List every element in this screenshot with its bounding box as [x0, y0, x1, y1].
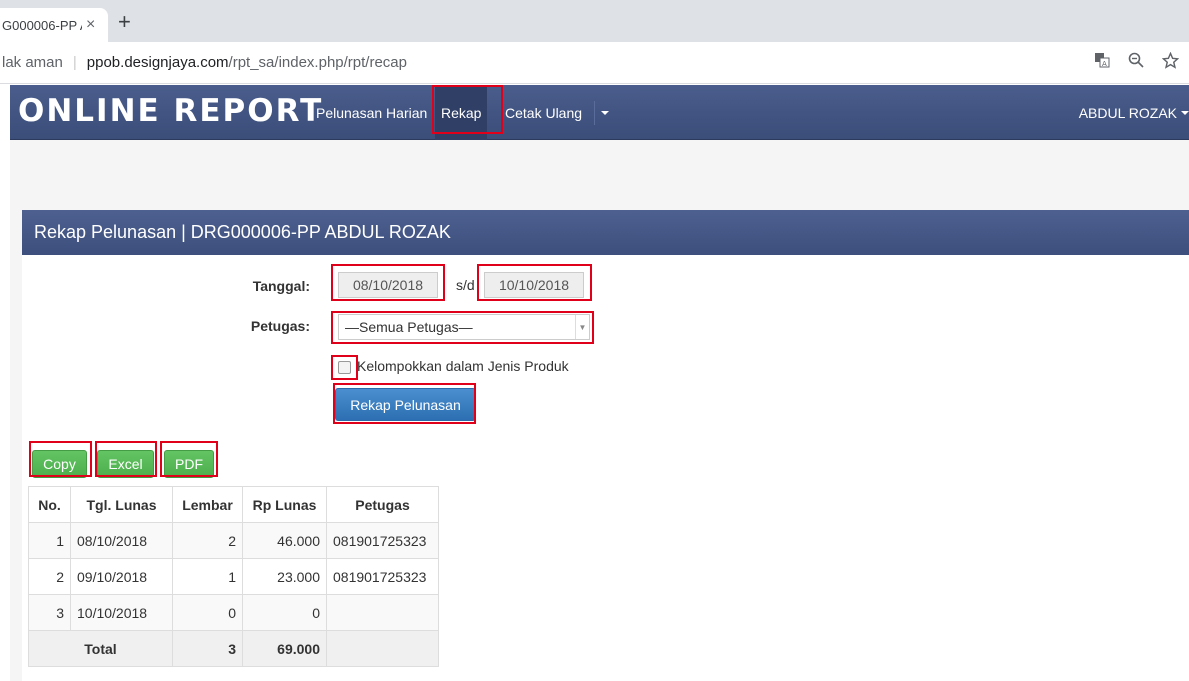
cell-rp-lunas: 0 [242, 594, 327, 631]
app-navbar: ONLINE REPORT Pelunasan Harian Rekap Cet… [10, 85, 1189, 140]
total-petugas-empty [326, 630, 439, 667]
cell-no: 3 [28, 594, 71, 631]
table-row: 1 08/10/2018 2 46.000 081901725323 [28, 522, 439, 559]
panel-title: Rekap Pelunasan | DRG000006-PP ABDUL ROZ… [22, 210, 1189, 255]
nav-cetak-ulang[interactable]: Cetak Ulang [499, 85, 588, 140]
cell-tgl-lunas: 08/10/2018 [70, 522, 173, 559]
tab-title: G000006-PP ABDUL ROZAK [2, 17, 82, 33]
brand-logo[interactable]: ONLINE REPORT [18, 93, 323, 129]
nav-rekap[interactable]: Rekap [435, 85, 488, 140]
star-icon[interactable] [1162, 52, 1179, 69]
chevron-down-icon [1181, 110, 1189, 115]
total-rp-lunas: 69.000 [242, 630, 327, 667]
recap-table: No. Tgl. Lunas Lembar Rp Lunas Petugas 1… [28, 486, 439, 667]
total-label: Total [28, 630, 173, 667]
tanggal-label: Tanggal: [252, 278, 310, 294]
table-row: 2 09/10/2018 1 23.000 081901725323 [28, 558, 439, 595]
petugas-select-value: —Semua Petugas— [345, 319, 473, 335]
browser-tab[interactable]: G000006-PP ABDUL ROZAK × [0, 8, 108, 42]
table-header-row: No. Tgl. Lunas Lembar Rp Lunas Petugas [28, 486, 439, 523]
date-from-input[interactable]: 08/10/2018 [338, 272, 438, 298]
nav-dropdown-caret[interactable] [594, 101, 614, 125]
cell-petugas: 081901725323 [326, 558, 439, 595]
col-header-rp-lunas[interactable]: Rp Lunas [242, 486, 327, 523]
cell-rp-lunas: 23.000 [242, 558, 327, 595]
security-indicator[interactable]: lak aman [2, 54, 63, 71]
cell-petugas [326, 594, 439, 631]
col-header-tgl-lunas[interactable]: Tgl. Lunas [70, 486, 173, 523]
col-header-lembar[interactable]: Lembar [172, 486, 243, 523]
chevron-down-icon [600, 111, 609, 115]
address-divider: | [72, 54, 77, 71]
cell-no: 2 [28, 558, 71, 595]
petugas-select[interactable]: —Semua Petugas— ▼ [338, 314, 590, 340]
col-header-petugas[interactable]: Petugas [326, 486, 439, 523]
table-row: 3 10/10/2018 0 0 [28, 594, 439, 631]
browser-tab-bar: G000006-PP ABDUL ROZAK × + [0, 0, 1189, 42]
petugas-label: Petugas: [250, 318, 310, 334]
cell-lembar: 0 [172, 594, 243, 631]
cell-tgl-lunas: 10/10/2018 [70, 594, 173, 631]
url-host: ppob.designjaya.com [86, 54, 229, 71]
cell-no: 1 [28, 522, 71, 559]
cell-rp-lunas: 46.000 [242, 522, 327, 559]
cell-lembar: 1 [172, 558, 243, 595]
table-total-row: Total 3 69.000 [28, 630, 439, 667]
translate-icon[interactable]: A [1094, 52, 1110, 68]
total-lembar: 3 [172, 630, 243, 667]
svg-text:A: A [1102, 60, 1107, 68]
excel-button[interactable]: Excel [97, 450, 154, 478]
group-product-checkbox[interactable] [338, 361, 351, 374]
cell-tgl-lunas: 09/10/2018 [70, 558, 173, 595]
address-bar[interactable]: lak aman | ppob.designjaya.com/rpt_sa/in… [0, 42, 1189, 84]
nav-pelunasan-harian[interactable]: Pelunasan Harian [310, 85, 433, 140]
col-header-no[interactable]: No. [28, 486, 71, 523]
user-name: ABDUL ROZAK [1078, 104, 1177, 121]
new-tab-icon[interactable]: + [118, 9, 131, 35]
cell-petugas: 081901725323 [326, 522, 439, 559]
sd-label: s/d [456, 277, 475, 293]
address-bar-icons: A [1094, 52, 1179, 69]
url-path: /rpt_sa/index.php/rpt/recap [228, 54, 407, 71]
close-icon[interactable]: × [86, 16, 95, 34]
pdf-button[interactable]: PDF [164, 450, 214, 478]
chevron-down-icon[interactable]: ▼ [575, 315, 589, 339]
cell-lembar: 2 [172, 522, 243, 559]
zoom-icon[interactable] [1128, 52, 1144, 68]
date-to-input[interactable]: 10/10/2018 [484, 272, 584, 298]
user-menu[interactable]: ABDUL ROZAK [1079, 85, 1189, 140]
copy-button[interactable]: Copy [32, 450, 87, 478]
group-product-label: Kelompokkan dalam Jenis Produk [357, 358, 569, 374]
rekap-pelunasan-button[interactable]: Rekap Pelunasan [335, 388, 476, 421]
